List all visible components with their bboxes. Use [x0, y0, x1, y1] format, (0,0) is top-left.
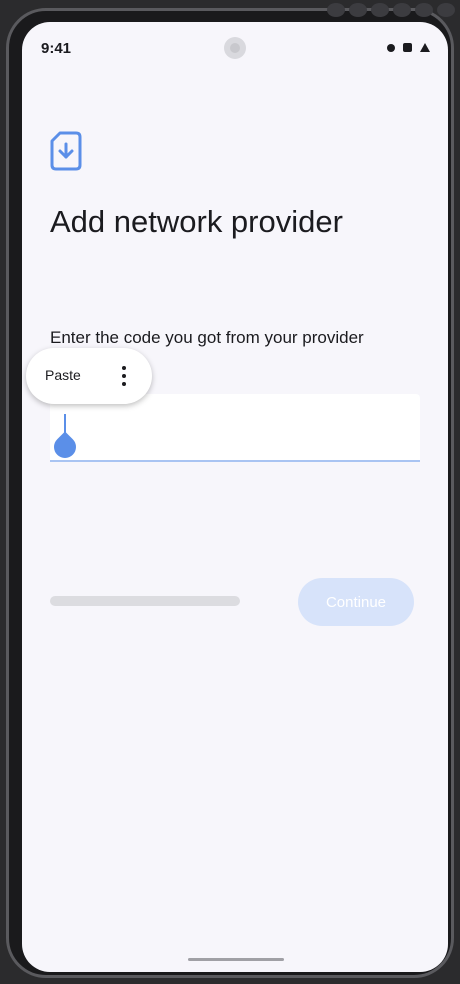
status-time: 9:41: [41, 40, 72, 57]
more-vertical-icon[interactable]: [114, 362, 134, 390]
cursor-handle[interactable]: [49, 431, 81, 463]
camera-punch-hole: [224, 37, 246, 59]
signal-icon: [420, 43, 430, 52]
status-bar: 9:41: [22, 22, 448, 72]
status-icons: [387, 43, 430, 52]
page-title: Add network provider: [50, 204, 343, 239]
battery-icon: [403, 43, 412, 52]
sim-download-icon: [50, 131, 82, 171]
paste-button[interactable]: Paste: [45, 367, 81, 383]
text-selection-toolbar: Paste: [26, 348, 152, 404]
activation-code-input[interactable]: [49, 394, 420, 463]
phone-screen: 9:41 Add network provider Enter the code…: [22, 22, 448, 972]
notification-dot-icon: [387, 43, 395, 52]
device-camera-strip: [327, 3, 460, 17]
continue-button[interactable]: Continue: [298, 578, 414, 626]
navigation-handle[interactable]: [188, 958, 284, 961]
loading-progress-bar: [50, 596, 240, 606]
instruction-text: Enter the code you got from your provide…: [50, 328, 364, 347]
